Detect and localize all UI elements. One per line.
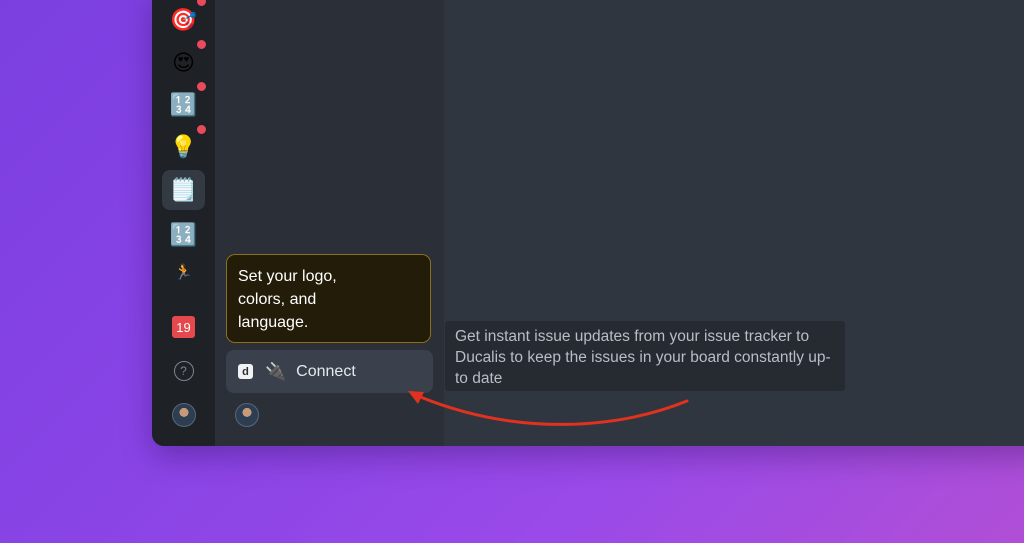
arrow-curve xyxy=(416,394,689,426)
annotation-arrow-icon xyxy=(408,391,689,426)
